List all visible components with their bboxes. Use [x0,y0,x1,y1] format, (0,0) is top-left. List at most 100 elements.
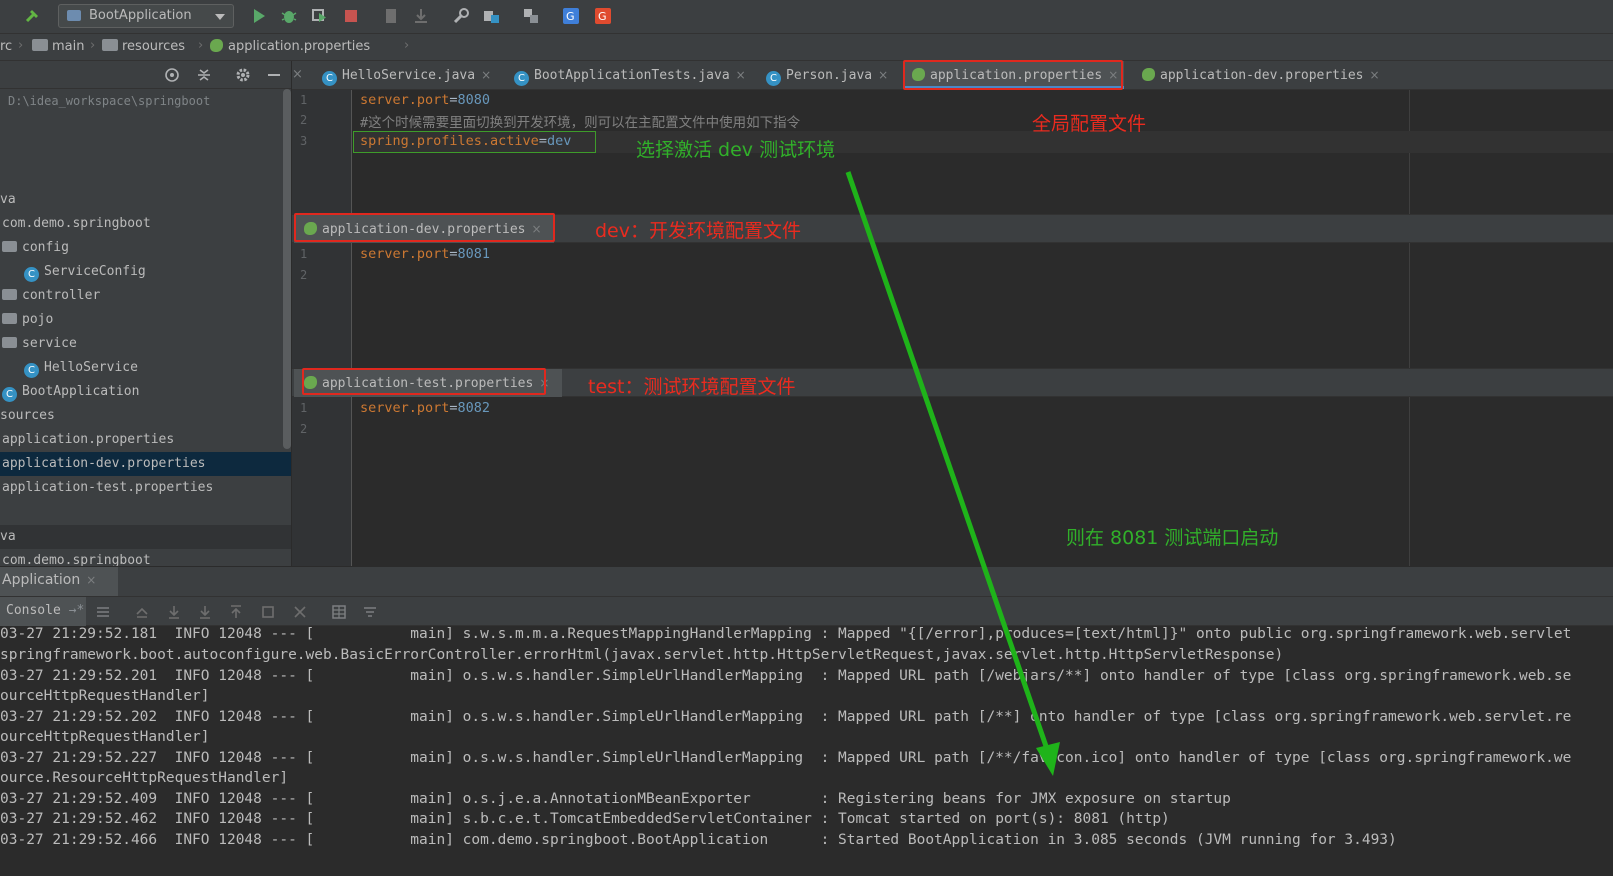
code-line-1[interactable]: server.port=8080 [360,92,490,108]
scroll-from-source-icon[interactable] [164,67,180,83]
export-icon[interactable] [260,604,276,620]
tree-item-controller[interactable]: controller [2,284,291,308]
line-number: 1 [300,93,308,107]
svg-text:G: G [598,10,607,23]
tree-item-label: pojo [22,312,54,327]
tree-item-java-test[interactable]: va [0,525,291,549]
console-line: 03-27 21:29:52.466 INFO 12048 --- [ main… [0,832,1397,848]
folder-icon [2,337,17,348]
wrench-icon[interactable] [452,7,470,25]
tree-item-service[interactable]: service [2,332,291,356]
run-config-dropdown[interactable]: BootApplication [58,4,234,28]
line-number: 1 [300,401,308,415]
tab-application-dev-properties[interactable]: application-dev.properties × [1138,61,1380,89]
translate-red-icon[interactable]: G [594,7,612,25]
property-value: 8081 [457,246,491,262]
run-icon[interactable] [250,7,268,25]
editor-area: 1 2 3 server.port=8080 #这个时候需要里面切换到开发环境，… [292,90,1613,566]
coverage-icon[interactable] [310,7,328,25]
breadcrumb-item-src[interactable]: rc [0,39,12,54]
table-icon[interactable] [331,604,347,620]
folder-icon [32,39,48,51]
run-tab-application[interactable]: Application × [0,567,118,597]
breadcrumb-item-file[interactable]: application.properties [210,39,370,54]
close-icon[interactable]: × [481,68,491,82]
sdk-icon[interactable] [522,7,540,25]
tab-label: application-dev.properties [1160,68,1364,83]
download-icon[interactable] [412,7,430,25]
close-icon[interactable]: × [86,573,96,587]
property-value: 8082 [457,400,491,416]
class-icon: C [766,71,781,86]
class-icon: C [24,267,39,282]
console-output[interactable]: 03-27 21:29:52.181 INFO 12048 --- [ main… [0,626,1613,876]
folder-icon [102,39,118,51]
project-panel: D:\idea_workspace\springboot va com.demo… [0,61,292,566]
close-icon[interactable]: × [1370,68,1380,82]
tab-label: BootApplicationTests.java [534,68,730,83]
tree-item-config[interactable]: config [2,236,291,260]
tree-item-application-test-properties[interactable]: application-test.properties [2,476,291,500]
code-line-test-1[interactable]: server.port=8082 [360,400,490,416]
filter-icon[interactable] [362,604,378,620]
tree-item-label: com.demo.springboot [2,553,151,566]
tab-helloservice[interactable]: C HelloService.java × [318,61,491,89]
list-icon[interactable] [95,604,111,620]
tab-bootapplicationtests[interactable]: C BootApplicationTests.java × [510,61,746,89]
tree-item-application-properties[interactable]: application.properties [2,428,291,452]
tab-console[interactable]: Console →* [0,597,86,626]
translate-google-icon[interactable]: G [562,7,580,25]
tree-item-serviceconfig[interactable]: C ServiceConfig [24,260,291,284]
gear-icon[interactable] [235,67,251,83]
tree-item-label: com.demo.springboot [2,216,151,231]
tree-item-bootapplication[interactable]: C BootApplication [2,380,291,404]
breadcrumb-label: main [52,39,85,54]
scroll-up-icon[interactable] [134,604,150,620]
hammer-icon[interactable] [24,7,42,25]
active-profile-highlight-box [353,131,596,153]
tree-item-java[interactable]: va [0,188,291,212]
console-line: 03-27 21:29:52.227 INFO 12048 --- [ main… [0,750,1572,766]
scroll-to-end-icon[interactable] [166,604,182,620]
tree-item-pojo[interactable]: pojo [2,308,291,332]
line-gutter [292,90,352,566]
hide-panel-icon[interactable] [266,67,282,83]
tree-item-package-test[interactable]: com.demo.springboot [2,549,291,566]
close-icon[interactable]: × [736,68,746,82]
tree-item-label: ServiceConfig [44,264,146,279]
tab-label: Person.java [786,68,873,83]
soft-wrap-icon[interactable] [197,604,213,620]
annotation-activate-dev: 选择激活 dev 测试环境 [636,139,836,161]
project-structure-icon[interactable] [482,7,500,25]
run-config-icon [67,10,81,21]
annotation-box-main-tab [903,60,1123,90]
close-icon[interactable]: × [878,68,888,82]
collapse-all-icon[interactable] [196,67,212,83]
property-value: 8080 [457,92,491,108]
tree-item-label: va [0,529,16,544]
tab-label: HelloService.java [342,68,476,83]
breadcrumb-item-main[interactable]: main [32,39,84,54]
debug-icon[interactable] [280,7,298,25]
upload-icon[interactable] [228,604,244,620]
console-line: ourceHttpRequestHandler] [0,688,210,704]
code-line-dev-1[interactable]: server.port=8081 [360,246,490,262]
tree-item-label: application-test.properties [2,480,214,495]
tree-item-application-dev-properties[interactable]: application-dev.properties [0,452,291,476]
console-line: 03-27 21:29:52.181 INFO 12048 --- [ main… [0,626,1572,642]
code-line-2-comment[interactable]: #这个时候需要里面切换到开发环境，则可以在主配置文件中使用如下指令 [360,111,800,131]
project-scrollbar[interactable] [283,89,291,449]
breadcrumb-item-resources[interactable]: resources [102,39,185,54]
tree-item-resources[interactable]: sources [0,404,291,428]
bookmark-icon[interactable] [382,7,400,25]
line-number: 2 [300,268,308,282]
chevron-down-icon [215,14,225,20]
tree-item-package[interactable]: com.demo.springboot [2,212,291,236]
close-icon[interactable]: × [292,67,303,82]
clear-icon[interactable] [292,604,308,620]
annotation-port-start: 则在 8081 测试端口启动 [1066,527,1279,549]
stop-icon[interactable] [342,7,360,25]
tab-person[interactable]: C Person.java × [762,61,888,89]
tree-item-helloservice[interactable]: C HelloService [24,356,291,380]
annotation-global-config: 全局配置文件 [1032,113,1147,135]
